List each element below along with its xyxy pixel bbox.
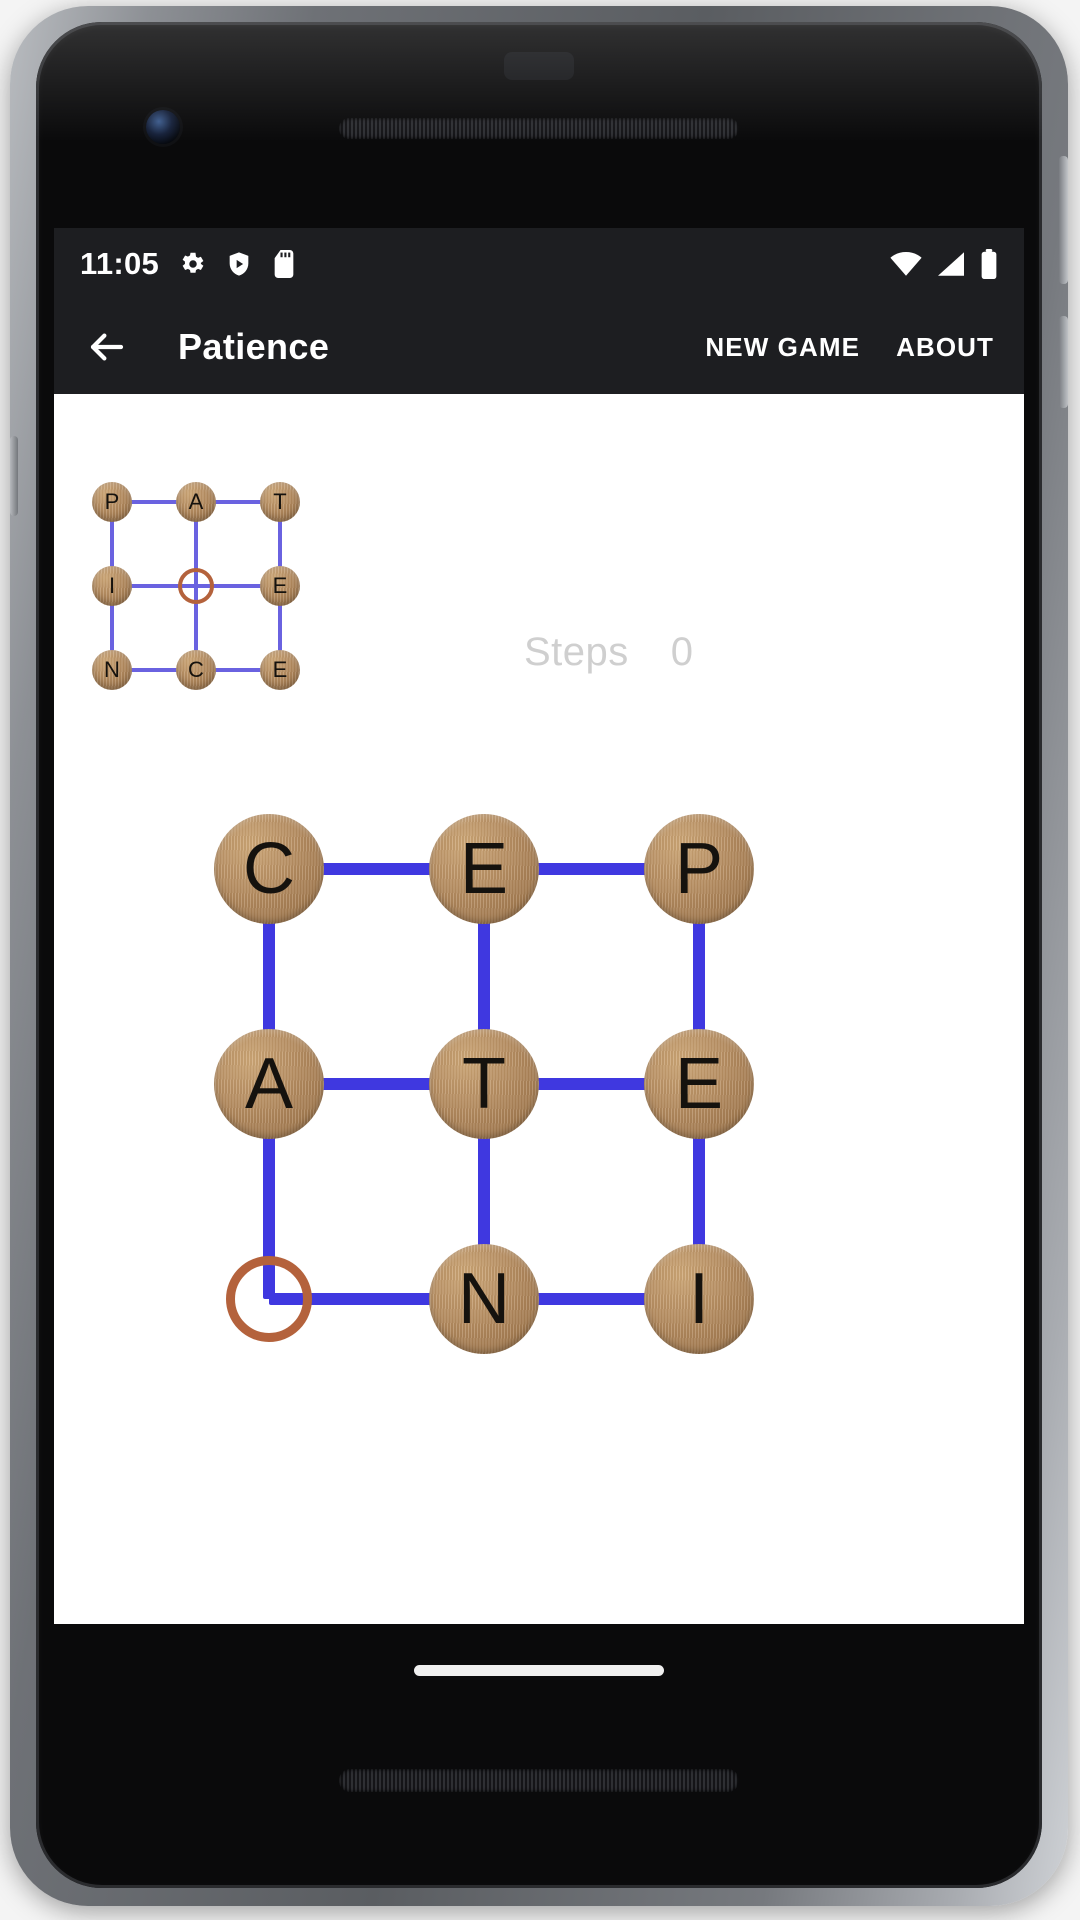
earpiece-speaker — [339, 118, 739, 139]
letter-tile[interactable]: I — [92, 566, 132, 606]
back-button[interactable] — [84, 324, 130, 370]
target-preview-grid[interactable]: P A T I E N C E — [92, 482, 322, 690]
letter-tile[interactable]: E — [429, 814, 539, 924]
gear-icon — [182, 252, 204, 273]
proximity-sensor — [504, 52, 574, 80]
letter-tile[interactable]: A — [176, 482, 216, 522]
volume-button[interactable] — [1059, 316, 1068, 408]
gesture-navigation-bar[interactable] — [414, 1665, 664, 1676]
sd-card-icon — [274, 250, 294, 278]
shield-play-icon — [229, 252, 249, 276]
power-button[interactable] — [1059, 156, 1068, 284]
screenshot-stage: 11:05 Patience NEW GAME ABOUT P A T I E … — [0, 0, 1080, 1920]
steps-value: 0 — [670, 630, 694, 674]
device-screen: 11:05 Patience NEW GAME ABOUT P A T I E … — [54, 228, 1024, 1624]
page-title: Patience — [178, 326, 330, 367]
letter-tile[interactable]: T — [429, 1029, 539, 1139]
empty-slot[interactable] — [178, 568, 214, 604]
steps-counter: Steps 0 — [524, 630, 693, 675]
status-bar-notification-icons — [177, 249, 297, 279]
letter-tile[interactable]: C — [176, 650, 216, 690]
phone-body: 11:05 Patience NEW GAME ABOUT P A T I E … — [36, 22, 1042, 1888]
about-button[interactable]: ABOUT — [896, 332, 994, 363]
cell-signal-icon — [938, 252, 964, 276]
bottom-speaker — [339, 1769, 739, 1792]
letter-tile[interactable]: E — [260, 650, 300, 690]
steps-label: Steps — [524, 630, 629, 674]
new-game-button[interactable]: NEW GAME — [705, 332, 860, 363]
app-bar: Patience NEW GAME ABOUT — [54, 300, 1024, 394]
letter-tile[interactable]: C — [214, 814, 324, 924]
wifi-icon — [890, 252, 922, 276]
phone-frame: 11:05 Patience NEW GAME ABOUT P A T I E … — [10, 6, 1068, 1906]
letter-tile[interactable]: E — [260, 566, 300, 606]
status-bar: 11:05 — [54, 228, 1024, 300]
back-arrow-icon — [90, 333, 124, 361]
battery-icon — [981, 249, 997, 279]
status-bar-system-icons — [890, 249, 998, 279]
letter-tile[interactable]: P — [92, 482, 132, 522]
letter-tile[interactable]: N — [92, 650, 132, 690]
letter-tile[interactable]: P — [644, 814, 754, 924]
letter-tile[interactable]: I — [644, 1244, 754, 1354]
letter-tile[interactable]: T — [260, 482, 300, 522]
empty-slot[interactable] — [226, 1256, 312, 1342]
game-content: PATIENCE Steps 0 CEPATENI — [54, 394, 1024, 1624]
letter-tile[interactable]: E — [644, 1029, 754, 1139]
left-side-button[interactable] — [10, 436, 18, 516]
play-grid[interactable]: CEPATENI — [214, 814, 854, 1354]
letter-tile[interactable]: N — [429, 1244, 539, 1354]
letter-tile[interactable]: A — [214, 1029, 324, 1139]
front-camera — [146, 110, 180, 144]
status-bar-clock: 11:05 — [80, 246, 160, 281]
